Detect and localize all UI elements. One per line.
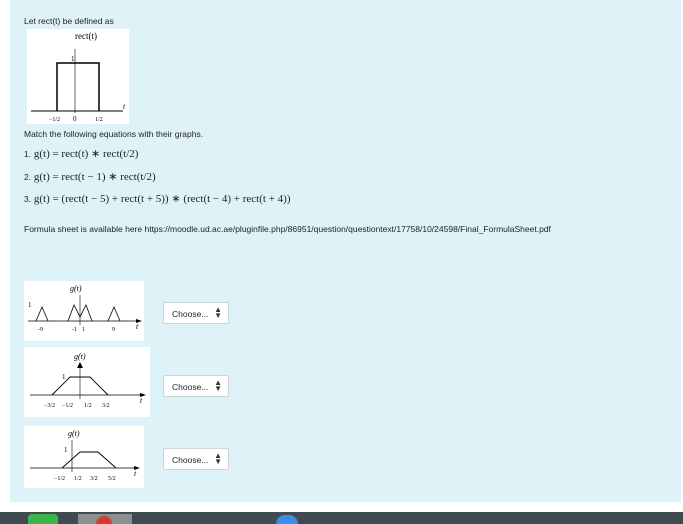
graph-1: g(t) 1 t -9 -1 1 9 (24, 281, 144, 341)
graph-1-t-label: t (136, 322, 139, 331)
graph-1-tick-1: -9 (38, 327, 43, 333)
equation-1: 1. g(t) = rect(t) ∗ rect(t/2) (24, 147, 138, 160)
equation-2-expr: g(t) = rect(t − 1) ∗ rect(t/2) (33, 171, 156, 183)
graph-3-ylabel: g(t) (68, 429, 80, 438)
graph-1-tick-2: -1 (72, 327, 77, 333)
graph-2-amp-label: 1 (62, 373, 66, 381)
question-instruction: Match the following equations with their… (24, 129, 204, 139)
graph-2-tick-4: 3/2 (102, 403, 110, 409)
answer-select-1-value: Choose... (172, 309, 209, 319)
rect-figure: rect(t) 1 t 0 −1/2 1/2 (27, 29, 129, 124)
answer-select-3-value: Choose... (172, 455, 209, 465)
taskbar-app-icon[interactable] (28, 514, 58, 524)
answer-select-2[interactable]: Choose... ▲ ▼ (163, 375, 229, 397)
rect-zero-label: 0 (73, 115, 77, 123)
graph-2: g(t) 1 t −3/2 −1/2 1/2 3/2 (24, 347, 150, 417)
question-intro: Let rect(t) be defined as (24, 16, 114, 26)
graph-1-tick-3: 1 (82, 327, 85, 333)
graph-2-tick-3: 1/2 (84, 403, 92, 409)
equation-2-number: 2. (24, 172, 32, 182)
select-arrows-icon: ▲ ▼ (214, 451, 222, 466)
graph-3-t-label: t (134, 469, 137, 478)
rect-pos-half-label: 1/2 (95, 117, 103, 123)
select-arrows-icon: ▲ ▼ (214, 378, 222, 393)
graph-2-y-arrow (77, 362, 83, 368)
rect-amp-label: 1 (71, 55, 75, 63)
graph-1-peak-right (107, 305, 121, 322)
select-arrows-icon: ▲ ▼ (214, 305, 222, 320)
graph-3-tick-4: 5/2 (108, 476, 116, 482)
formula-sheet-text: Formula sheet is available here https://… (24, 224, 551, 234)
equation-1-number: 1. (24, 149, 32, 159)
taskbar-app-icon[interactable] (78, 514, 132, 524)
equation-3-number: 3. (24, 194, 32, 204)
graph-2-ylabel: g(t) (74, 352, 86, 361)
graph-3-tick-2: 1/2 (74, 476, 82, 482)
graph-1-peak-left (35, 305, 49, 322)
graph-3-tick-3: 3/2 (90, 476, 98, 482)
graph-2-tick-1: −3/2 (44, 403, 55, 409)
rect-pulse (56, 62, 100, 111)
equation-3-expr: g(t) = (rect(t − 5) + rect(t + 5)) ∗ (re… (33, 193, 291, 205)
graph-1-tick-4: 9 (112, 327, 115, 333)
taskbar (0, 512, 683, 524)
answer-select-1[interactable]: Choose... ▲ ▼ (163, 302, 229, 324)
graph-2-t-label: t (140, 396, 143, 405)
graph-3-tick-1: −1/2 (54, 476, 65, 482)
graph-3-trapezoid (61, 451, 117, 469)
equation-1-expr: g(t) = rect(t) ∗ rect(t/2) (33, 148, 139, 160)
graph-1-amp-label: 1 (28, 301, 32, 309)
answer-select-2-value: Choose... (172, 382, 209, 392)
graph-3: g(t) 1 t −1/2 1/2 3/2 5/2 (24, 426, 144, 488)
rect-neg-half-label: −1/2 (49, 117, 60, 123)
graph-1-ylabel: g(t) (70, 284, 82, 293)
equation-3: 3. g(t) = (rect(t − 5) + rect(t + 5)) ∗ … (24, 192, 291, 205)
graph-2-tick-2: −1/2 (62, 403, 73, 409)
equation-2: 2. g(t) = rect(t − 1) ∗ rect(t/2) (24, 170, 156, 183)
rect-t-label: t (123, 102, 126, 111)
graph-3-amp-label: 1 (64, 446, 68, 454)
taskbar-app-icon[interactable] (276, 515, 298, 524)
rect-figure-title: rect(t) (75, 31, 97, 41)
answer-select-3[interactable]: Choose... ▲ ▼ (163, 448, 229, 470)
